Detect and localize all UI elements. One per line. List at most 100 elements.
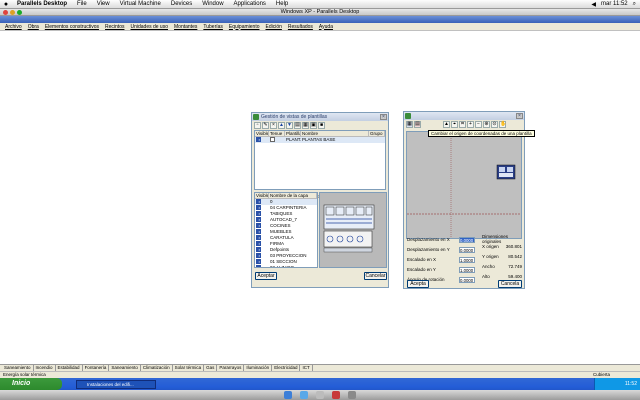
volume-icon[interactable]: ◀ bbox=[591, 1, 596, 8]
pan-icon[interactable]: ✋ bbox=[499, 121, 506, 128]
status-bar: Energía solar térmica Cubierta bbox=[0, 371, 640, 378]
menu-montantes[interactable]: Montantes bbox=[171, 24, 200, 30]
mac-menu-help[interactable]: Help bbox=[271, 0, 293, 9]
row-nombre: PLANTAS BASE bbox=[302, 137, 336, 142]
col-tenue[interactable]: Tenue bbox=[269, 131, 285, 136]
accept-button[interactable]: Aceptar bbox=[255, 272, 277, 280]
layer-visible-checkbox[interactable]: ✓ bbox=[256, 198, 261, 204]
system-tray-clock[interactable]: 11:52 bbox=[594, 378, 640, 390]
export-icon[interactable]: ▣ bbox=[310, 122, 317, 129]
grid-icon[interactable]: ▦ bbox=[406, 121, 413, 128]
edit-icon[interactable]: ✎ bbox=[262, 122, 269, 129]
menu-edicion[interactable]: Edición bbox=[262, 24, 284, 30]
plan-preview[interactable] bbox=[319, 192, 387, 268]
layer-visible-checkbox[interactable]: ✓ bbox=[256, 216, 261, 222]
table-icon[interactable]: ▤ bbox=[414, 121, 421, 128]
menu-ayuda[interactable]: Ayuda bbox=[316, 24, 336, 30]
trash-icon[interactable] bbox=[348, 391, 356, 399]
layer-visible-checkbox[interactable]: ✓ bbox=[256, 264, 261, 267]
dim-value: 72.749 bbox=[508, 264, 522, 269]
delete-icon[interactable]: × bbox=[270, 122, 277, 129]
col-plantilla[interactable]: Plantilla bbox=[285, 131, 301, 136]
dims-title-text: Dimensiones originales bbox=[482, 233, 509, 244]
mac-menu-file[interactable]: File bbox=[72, 0, 92, 9]
finder-icon[interactable] bbox=[284, 391, 292, 399]
offset-x-input[interactable]: 0.0000 bbox=[459, 236, 475, 243]
mac-menu-window[interactable]: Window bbox=[197, 0, 228, 9]
list-item[interactable]: ✓ 02 ALZADO bbox=[255, 264, 317, 268]
col-layer-visible[interactable]: Visible bbox=[255, 193, 269, 198]
up-icon[interactable]: ▲ bbox=[443, 121, 450, 128]
clock[interactable]: mar 11:52 bbox=[601, 1, 628, 7]
mac-menu-applications[interactable]: Applications bbox=[229, 0, 271, 9]
snap-icon[interactable]: ⌗ bbox=[459, 121, 466, 128]
visible-checkbox[interactable]: ✓ bbox=[256, 136, 261, 142]
menu-tuberias[interactable]: Tuberías bbox=[200, 24, 226, 30]
dim-label: X origen bbox=[482, 244, 499, 249]
mac-app-menu[interactable]: Parallels Desktop bbox=[12, 0, 72, 9]
close-icon[interactable]: × bbox=[380, 114, 387, 120]
tenue-checkbox[interactable] bbox=[270, 136, 275, 142]
layer-name: 02 ALZADO bbox=[270, 265, 295, 268]
layer-visible-checkbox[interactable]: ✓ bbox=[256, 258, 261, 264]
mac-menu-virtual-machine[interactable]: Virtual Machine bbox=[115, 0, 166, 9]
col-layer-name[interactable]: Nombre de la capa bbox=[269, 193, 317, 198]
safari-icon[interactable] bbox=[300, 391, 308, 399]
down-arrow-icon[interactable]: ▼ bbox=[286, 122, 293, 129]
menu-elementos-constructivos[interactable]: Elementos constructivos bbox=[42, 24, 102, 30]
layers-list: Visible Nombre de la capa ✓0✓04 CARPINTE… bbox=[254, 192, 318, 268]
zoom-out-icon[interactable]: − bbox=[475, 121, 482, 128]
floor-plan-thumbnail bbox=[320, 193, 386, 267]
rotation-input[interactable]: 0.0000 bbox=[459, 276, 475, 283]
menu-resultados[interactable]: Resultados bbox=[285, 24, 316, 30]
cancel-button[interactable]: Cancelar bbox=[364, 272, 387, 280]
offset-y-input[interactable]: 0.0000 bbox=[459, 246, 475, 253]
scale-x-input[interactable]: 1.0000 bbox=[459, 256, 475, 263]
change-origin-icon[interactable]: ⌖ bbox=[451, 121, 458, 128]
parallels-icon[interactable] bbox=[332, 391, 340, 399]
mac-menu-view[interactable]: View bbox=[92, 0, 115, 9]
apple-menu-icon[interactable]: ● bbox=[0, 1, 12, 8]
table-row[interactable]: ✓ PLANT... PLANTAS BASE bbox=[255, 136, 385, 143]
close-window-icon[interactable] bbox=[3, 10, 8, 15]
menu-recintos[interactable]: Recintos bbox=[102, 24, 127, 30]
origin-canvas-drawing bbox=[407, 132, 521, 238]
menu-obra[interactable]: Obra bbox=[25, 24, 42, 30]
start-button[interactable]: Inicio bbox=[0, 378, 62, 390]
col-visible[interactable]: Visible bbox=[255, 131, 269, 136]
taskbar-item[interactable]: Instalaciones del edifi... bbox=[76, 380, 156, 389]
minimize-window-icon[interactable] bbox=[10, 10, 15, 15]
zoom-window-icon[interactable] bbox=[17, 10, 22, 15]
up-arrow-icon[interactable]: ▲ bbox=[278, 122, 285, 129]
scale-y-input[interactable]: 1.0000 bbox=[459, 266, 475, 273]
menu-unidades-de-uso[interactable]: Unidades de uso bbox=[127, 24, 171, 30]
accept-button[interactable]: Acepta bbox=[407, 280, 429, 288]
zoom-in-icon[interactable]: + bbox=[467, 121, 474, 128]
layer-visible-checkbox[interactable]: ✓ bbox=[256, 210, 261, 216]
save-icon[interactable]: ■ bbox=[318, 122, 325, 129]
dialog-title: Gestión de vistas de plantillas bbox=[261, 114, 328, 120]
close-icon[interactable]: × bbox=[516, 113, 523, 119]
table-icon[interactable]: ▦ bbox=[302, 122, 309, 129]
zoom-all-icon[interactable]: ⊙ bbox=[491, 121, 498, 128]
col-nombre[interactable]: Nombre bbox=[301, 131, 369, 136]
layers-icon[interactable]: ▤ bbox=[294, 122, 301, 129]
field-label: Desplazamiento en Y bbox=[407, 247, 450, 252]
spotlight-icon[interactable]: ⌕ bbox=[633, 1, 636, 8]
layer-visible-checkbox[interactable]: ✓ bbox=[256, 204, 261, 210]
menu-archivo[interactable]: Archivo bbox=[2, 24, 25, 30]
cancel-button[interactable]: Cancela bbox=[498, 280, 522, 288]
col-grupo[interactable]: Grupo bbox=[369, 131, 385, 136]
mail-icon[interactable] bbox=[316, 391, 324, 399]
layer-visible-checkbox[interactable]: ✓ bbox=[256, 240, 261, 246]
layer-visible-checkbox[interactable]: ✓ bbox=[256, 228, 261, 234]
new-icon[interactable]: ▫ bbox=[254, 122, 261, 129]
mac-menu-devices[interactable]: Devices bbox=[166, 0, 197, 9]
layer-visible-checkbox[interactable]: ✓ bbox=[256, 252, 261, 258]
menu-equipamiento[interactable]: Equipamiento bbox=[226, 24, 263, 30]
layer-visible-checkbox[interactable]: ✓ bbox=[256, 246, 261, 252]
layer-visible-checkbox[interactable]: ✓ bbox=[256, 234, 261, 240]
zoom-window-icon[interactable]: ⊕ bbox=[483, 121, 490, 128]
layer-visible-checkbox[interactable]: ✓ bbox=[256, 222, 261, 228]
origin-canvas[interactable] bbox=[406, 131, 522, 239]
